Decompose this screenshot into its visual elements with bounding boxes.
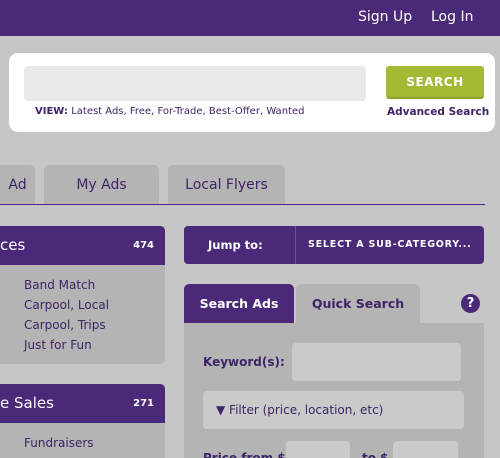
category-header[interactable]: ces 474 [0,226,165,265]
top-nav-bar: Sign Up Log In [0,0,500,36]
search-ads-form: Keyword(s): ▼ Filter (price, location, e… [184,323,484,458]
subcategory-list: Fundraisers [0,423,165,453]
jump-divider [295,226,296,264]
category-title: ces [0,236,26,254]
view-label: VIEW: [35,106,69,117]
tab-local-flyers[interactable]: Local Flyers [168,165,285,204]
tab-search-ads[interactable]: Search Ads [184,284,294,323]
advanced-search-link[interactable]: Advanced Search [387,106,489,118]
keyword-label: Keyword(s): [203,355,285,369]
category-title: e Sales [0,394,54,412]
view-wanted-link[interactable]: Wanted [266,106,304,117]
search-button[interactable]: SEARCH [386,66,484,99]
price-from-label: Price from $ [203,451,286,458]
subcategory-select[interactable]: SELECT A SUB-CATEGORY... [308,238,472,252]
subcategory-list: Band Match Carpool, Local Carpool, Trips… [0,265,165,355]
tab-ad[interactable]: Ad [0,165,35,204]
jump-to-bar: Jump to: SELECT A SUB-CATEGORY... [184,226,484,264]
search-input[interactable] [24,66,366,101]
tabs-divider [0,204,485,205]
view-for-trade-link[interactable]: For-Trade [157,106,202,117]
subcategory-link[interactable]: Fundraisers [24,433,165,453]
view-best-offer-link[interactable]: Best-Offer [209,106,260,117]
keyword-input[interactable] [292,343,461,381]
category-count: 474 [133,240,154,251]
view-links: VIEW: Latest Ads, Free, For-Trade, Best-… [35,106,305,117]
tab-quick-search[interactable]: Quick Search [296,284,420,323]
view-free-link[interactable]: Free [130,106,151,117]
category-panel: e Sales 271 Fundraisers [0,384,165,458]
sign-up-link[interactable]: Sign Up [358,7,412,27]
category-count: 271 [133,398,154,409]
log-in-link[interactable]: Log In [431,7,473,27]
question-circle-icon[interactable]: ? [461,294,480,313]
category-header[interactable]: e Sales 271 [0,384,165,423]
price-from-input[interactable] [286,441,350,458]
view-latest-ads-link[interactable]: Latest Ads [71,106,123,117]
price-to-label: to $ [362,451,389,458]
search-panel: SEARCH VIEW: Latest Ads, Free, For-Trade… [9,53,495,132]
subcategory-link[interactable]: Just for Fun [24,335,165,355]
category-panel: ces 474 Band Match Carpool, Local Carpoo… [0,226,165,364]
tab-my-ads[interactable]: My Ads [44,165,159,204]
subcategory-link[interactable]: Carpool, Local [24,295,165,315]
filter-toggle[interactable]: ▼ Filter (price, location, etc) [203,391,464,429]
jump-to-label: Jump to: [208,238,263,252]
subcategory-link[interactable]: Band Match [24,275,165,295]
subcategory-link[interactable]: Carpool, Trips [24,315,165,335]
price-to-input[interactable] [393,441,458,458]
